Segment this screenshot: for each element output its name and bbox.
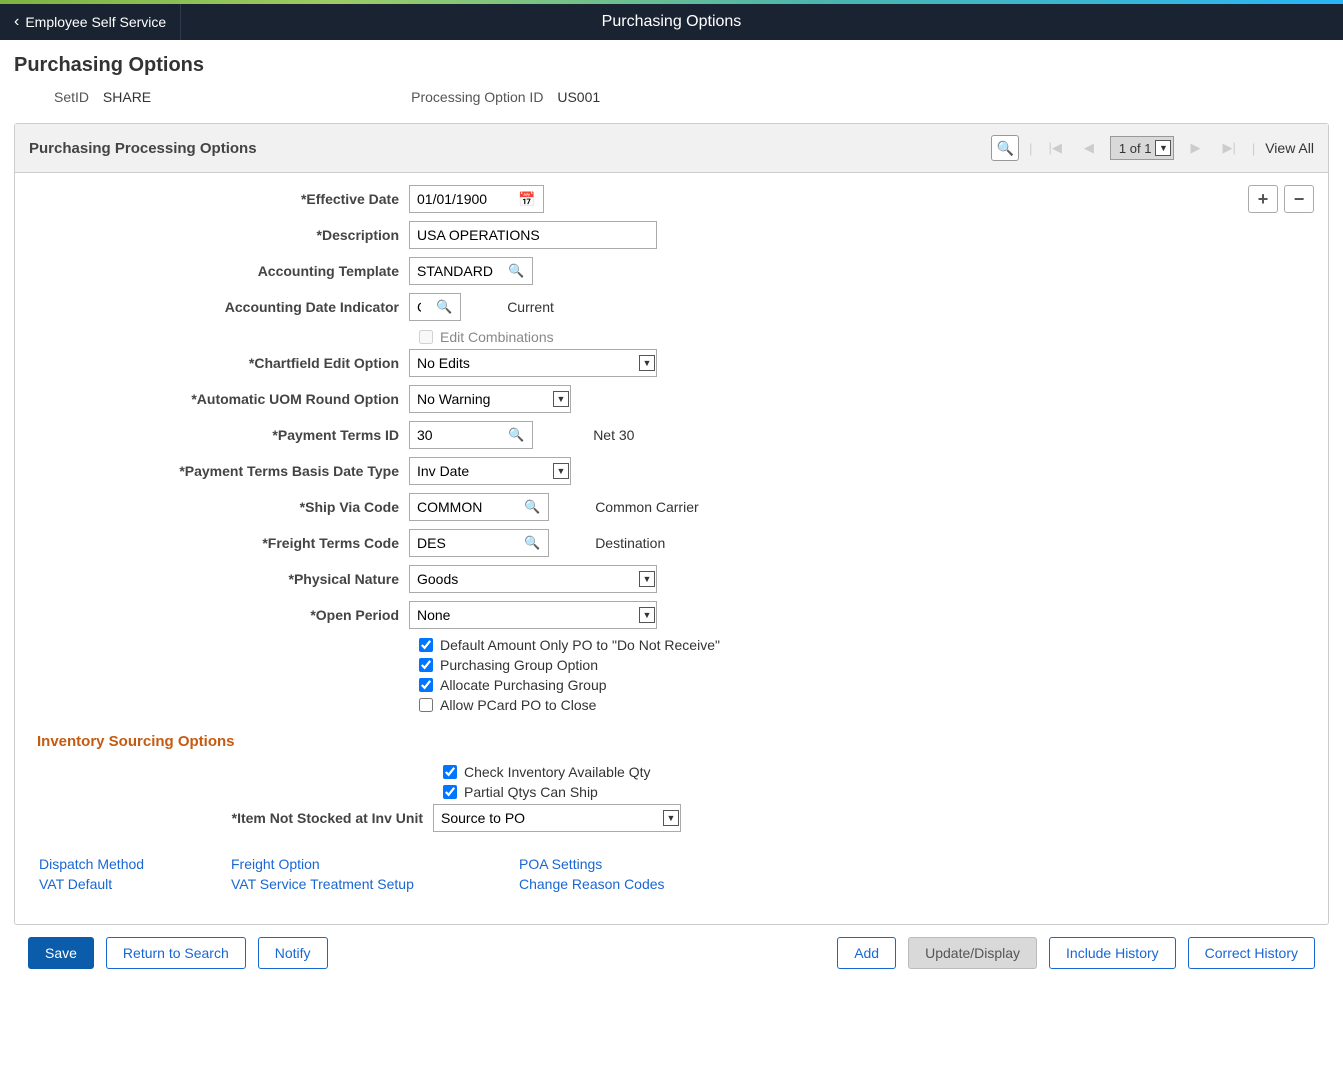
page-selector[interactable]: 1 of 1 ▼ — [1110, 136, 1175, 160]
setid-label: SetID — [54, 89, 89, 105]
page-indicator: 1 of 1 — [1119, 141, 1152, 156]
plus-icon: + — [1258, 189, 1269, 210]
chevron-down-icon: ▼ — [1155, 140, 1171, 156]
poa-settings-link[interactable]: POA Settings — [519, 856, 711, 872]
default-amount-only-checkbox[interactable] — [419, 638, 433, 652]
inventory-sourcing-heading: Inventory Sourcing Options — [37, 733, 1314, 750]
correct-history-button[interactable]: Correct History — [1188, 937, 1315, 969]
separator: | — [1252, 141, 1255, 156]
accounting-date-indicator-label: Accounting Date Indicator — [29, 299, 409, 315]
open-period-label: *Open Period — [29, 607, 409, 623]
ship-via-code-input[interactable] — [410, 494, 516, 520]
accounting-date-indicator-input[interactable] — [410, 294, 428, 320]
freight-terms-help: Destination — [595, 535, 665, 551]
change-reason-codes-link[interactable]: Change Reason Codes — [519, 876, 711, 892]
payment-terms-basis-label: *Payment Terms Basis Date Type — [29, 463, 409, 479]
prev-page-button[interactable]: ◀ — [1078, 138, 1100, 158]
edit-combinations-checkbox — [419, 330, 433, 344]
return-to-search-button[interactable]: Return to Search — [106, 937, 246, 969]
accounting-template-label: Accounting Template — [29, 263, 409, 279]
back-label: Employee Self Service — [25, 14, 166, 30]
procopt-label: Processing Option ID — [411, 89, 543, 105]
description-input[interactable] — [409, 221, 657, 249]
allocate-purchasing-group-checkbox[interactable] — [419, 678, 433, 692]
add-row-button[interactable]: + — [1248, 185, 1278, 213]
item-not-stocked-select[interactable] — [433, 804, 681, 832]
first-page-button[interactable]: |◀ — [1043, 138, 1068, 158]
partial-qtys-label: Partial Qtys Can Ship — [464, 784, 598, 800]
allocate-purchasing-group-label: Allocate Purchasing Group — [440, 677, 607, 693]
description-label: *Description — [29, 227, 409, 243]
default-amount-only-label: Default Amount Only PO to "Do Not Receiv… — [440, 637, 720, 653]
purchasing-group-label: Purchasing Group Option — [440, 657, 598, 673]
back-button[interactable]: ‹ Employee Self Service — [0, 4, 181, 40]
lookup-icon[interactable]: 🔍 — [516, 535, 548, 551]
accounting-date-indicator-help: Current — [507, 299, 554, 315]
payment-terms-help: Net 30 — [593, 427, 634, 443]
chartfield-edit-option-label: *Chartfield Edit Option — [29, 355, 409, 371]
purchasing-group-checkbox[interactable] — [419, 658, 433, 672]
add-button[interactable]: Add — [837, 937, 896, 969]
last-page-button[interactable]: ▶| — [1216, 138, 1241, 158]
payment-terms-id-label: *Payment Terms ID — [29, 427, 409, 443]
include-history-button[interactable]: Include History — [1049, 937, 1176, 969]
check-inventory-label: Check Inventory Available Qty — [464, 764, 651, 780]
find-button[interactable]: 🔍 — [991, 135, 1019, 161]
freight-terms-code-label: *Freight Terms Code — [29, 535, 409, 551]
accounting-template-input[interactable] — [410, 258, 500, 284]
check-inventory-checkbox[interactable] — [443, 765, 457, 779]
open-period-select[interactable] — [409, 601, 657, 629]
page-title: Purchasing Options — [14, 54, 1329, 77]
effective-date-input[interactable] — [410, 186, 510, 212]
delete-row-button[interactable]: − — [1284, 185, 1314, 213]
freight-terms-code-input[interactable] — [410, 530, 516, 556]
edit-combinations-label: Edit Combinations — [440, 329, 554, 345]
panel-title: Purchasing Processing Options — [29, 140, 257, 157]
vat-default-link[interactable]: VAT Default — [39, 876, 231, 892]
separator: | — [1029, 141, 1032, 156]
lookup-icon[interactable]: 🔍 — [428, 299, 460, 315]
item-not-stocked-label: *Item Not Stocked at Inv Unit — [29, 810, 433, 826]
ship-via-code-label: *Ship Via Code — [29, 499, 409, 515]
lookup-icon[interactable]: 🔍 — [500, 427, 532, 443]
allow-pcard-checkbox[interactable] — [419, 698, 433, 712]
physical-nature-label: *Physical Nature — [29, 571, 409, 587]
next-page-button[interactable]: ▶ — [1184, 138, 1206, 158]
physical-nature-select[interactable] — [409, 565, 657, 593]
vat-service-treatment-link[interactable]: VAT Service Treatment Setup — [231, 876, 519, 892]
calendar-icon[interactable]: 📅 — [510, 191, 543, 208]
dispatch-method-link[interactable]: Dispatch Method — [39, 856, 231, 872]
chartfield-edit-option-select[interactable] — [409, 349, 657, 377]
ship-via-help: Common Carrier — [595, 499, 698, 515]
chevron-left-icon: ‹ — [14, 13, 19, 31]
lookup-icon[interactable]: 🔍 — [500, 263, 532, 279]
allow-pcard-label: Allow PCard PO to Close — [440, 697, 596, 713]
update-display-button[interactable]: Update/Display — [908, 937, 1037, 969]
search-icon: 🔍 — [996, 140, 1013, 157]
effective-date-label: *Effective Date — [29, 191, 409, 207]
minus-icon: − — [1294, 189, 1305, 210]
payment-terms-basis-select[interactable] — [409, 457, 571, 485]
header-title: Purchasing Options — [0, 13, 1343, 31]
notify-button[interactable]: Notify — [258, 937, 328, 969]
freight-option-link[interactable]: Freight Option — [231, 856, 519, 872]
lookup-icon[interactable]: 🔍 — [516, 499, 548, 515]
partial-qtys-checkbox[interactable] — [443, 785, 457, 799]
setid-value: SHARE — [103, 89, 151, 105]
save-button[interactable]: Save — [28, 937, 94, 969]
uom-round-option-label: *Automatic UOM Round Option — [29, 391, 409, 407]
procopt-value: US001 — [557, 89, 600, 105]
uom-round-option-select[interactable] — [409, 385, 571, 413]
view-all-link[interactable]: View All — [1265, 140, 1314, 156]
payment-terms-id-input[interactable] — [410, 422, 500, 448]
